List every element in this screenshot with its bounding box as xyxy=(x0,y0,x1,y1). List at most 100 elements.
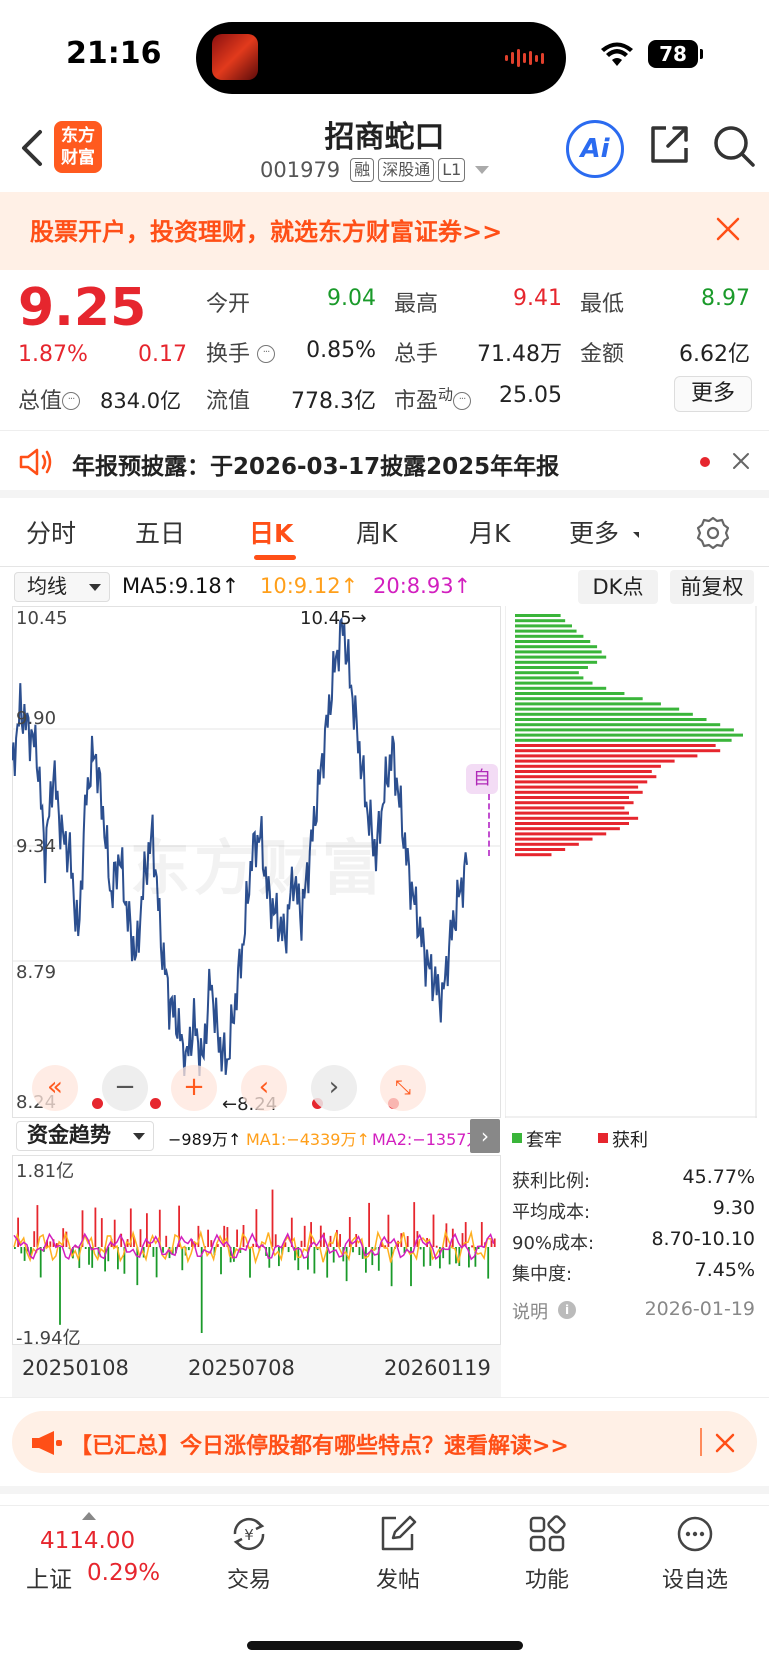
nav-functions[interactable]: 功能 xyxy=(502,1514,592,1594)
info-icon[interactable]: i xyxy=(558,1301,576,1319)
nav-trade-label: 交易 xyxy=(226,1568,271,1593)
next-button[interactable]: › xyxy=(311,1065,357,1111)
speaker-icon xyxy=(19,448,52,476)
chip-distribution-chart[interactable] xyxy=(505,606,757,1118)
index-name[interactable]: 上证 xyxy=(26,1560,72,1594)
legend-trapped: 套牢 xyxy=(526,1130,562,1151)
close-icon[interactable] xyxy=(732,452,750,470)
divider xyxy=(0,566,769,567)
info-icon[interactable]: ··· xyxy=(257,345,276,363)
nav-post[interactable]: 发帖 xyxy=(353,1514,443,1594)
tab-month-k[interactable]: 月K xyxy=(469,514,510,550)
chip-bar-profit xyxy=(515,806,625,810)
explain-link[interactable]: 说明 xyxy=(512,1298,548,1324)
ai-button[interactable]: Ai xyxy=(566,120,624,178)
indicator-dot xyxy=(150,1098,161,1109)
outflow-bar xyxy=(88,1247,90,1265)
forward-adjust-button[interactable]: 前复权 xyxy=(670,570,754,604)
chip-bar-profit xyxy=(515,764,661,768)
indicator-select[interactable]: 均线 xyxy=(14,572,110,602)
chip-bar-profit xyxy=(515,853,552,857)
tab-week-k[interactable]: 周K xyxy=(356,514,397,550)
nav-functions-label: 功能 xyxy=(524,1568,569,1593)
inflow-bar xyxy=(94,1207,97,1247)
zoom-out-button[interactable]: − xyxy=(102,1065,148,1111)
chip-bar-profit xyxy=(515,842,579,846)
wifi-icon xyxy=(601,42,633,66)
connect-tag: 深股通 xyxy=(378,158,435,182)
outflow-bar xyxy=(14,1247,16,1249)
outflow-bar xyxy=(181,1247,184,1271)
chip-bar-trapped xyxy=(515,718,707,721)
dk-point-button[interactable]: DK点 xyxy=(578,570,658,604)
chevron-up-icon[interactable] xyxy=(82,1512,96,1520)
megaphone-icon xyxy=(32,1431,62,1455)
index-value[interactable]: 4114.00 xyxy=(40,1528,135,1554)
inflow-bar xyxy=(319,1225,322,1247)
inflow-bar xyxy=(300,1240,303,1247)
nav-post-label: 发帖 xyxy=(375,1568,420,1593)
chip-bar-trapped xyxy=(515,614,561,617)
edit-icon xyxy=(381,1515,417,1551)
chip-bar-trapped xyxy=(515,629,577,633)
zoom-in-button[interactable]: + xyxy=(171,1065,217,1111)
first-page-button[interactable]: « xyxy=(32,1065,78,1111)
search-icon[interactable] xyxy=(712,124,756,168)
news-text[interactable]: 【已汇总】今日涨停股都有哪些特点？速看解读>> xyxy=(70,1428,569,1460)
nav-add-watchlist[interactable]: 设自选 xyxy=(650,1514,740,1594)
fullscreen-button[interactable]: ⤡ xyxy=(380,1065,426,1111)
more-quote-button[interactable]: 更多 xyxy=(674,376,752,412)
promo-banner[interactable]: 股票开户，投资理财，就选东方财富证券>> xyxy=(0,192,769,270)
chip-bar-trapped xyxy=(515,645,598,649)
gear-icon[interactable] xyxy=(696,516,730,550)
flow-ma1: MA1:−4339万↑ xyxy=(246,1130,370,1149)
outflow-bar xyxy=(155,1247,158,1278)
home-indicator xyxy=(247,1641,523,1650)
inflow-bar xyxy=(329,1235,332,1247)
chip-bar-trapped xyxy=(515,671,579,675)
stock-code-row[interactable]: 001979 融 深股通 L1 xyxy=(260,158,490,182)
close-icon[interactable] xyxy=(714,1432,736,1454)
high-label: 最高 xyxy=(394,292,439,317)
tab-day-k[interactable]: 日K xyxy=(249,514,293,550)
tab-five-day[interactable]: 五日 xyxy=(135,514,185,550)
svg-text:¥: ¥ xyxy=(244,1526,254,1544)
self-select-marker[interactable]: 自 xyxy=(466,764,498,794)
outflow-bar xyxy=(487,1247,490,1279)
open-label: 今开 xyxy=(206,292,251,317)
inflow-bar xyxy=(139,1229,142,1247)
chip-bar-profit xyxy=(515,837,593,841)
close-icon[interactable] xyxy=(715,216,741,242)
chevron-right-icon[interactable]: › xyxy=(470,1119,500,1153)
chip-bar-trapped xyxy=(515,723,721,727)
inflow-bar xyxy=(165,1235,168,1247)
outflow-bar xyxy=(84,1247,87,1249)
outflow-bar xyxy=(20,1247,23,1254)
pe-value: 25.05 xyxy=(499,383,562,408)
prev-button[interactable]: ‹ xyxy=(241,1065,287,1111)
volume-label: 总手 xyxy=(394,342,439,367)
chip-bar-profit xyxy=(515,759,675,763)
chip-bar-profit xyxy=(515,827,620,831)
unread-dot xyxy=(700,457,710,467)
low-label: 最低 xyxy=(580,292,625,317)
tab-more[interactable]: 更多 xyxy=(569,514,619,550)
chip-bar-trapped xyxy=(515,640,591,643)
info-icon[interactable]: ··· xyxy=(453,392,472,410)
info-icon[interactable]: ··· xyxy=(62,392,81,410)
inflow-bar xyxy=(339,1234,341,1247)
divider xyxy=(0,430,769,431)
date-label: 20250108 xyxy=(22,1356,129,1380)
outflow-bar xyxy=(200,1247,203,1333)
chip-bar-trapped xyxy=(515,702,661,706)
notice-text[interactable]: 年报预披露：于2026-03-17披露2025年年报 xyxy=(72,447,559,481)
capital-flow-chart[interactable] xyxy=(12,1155,501,1345)
nav-trade[interactable]: ¥ 交易 xyxy=(204,1514,294,1594)
tab-intraday[interactable]: 分时 xyxy=(26,514,76,550)
index-percent[interactable]: 0.29% xyxy=(87,1560,160,1586)
share-icon[interactable] xyxy=(648,124,690,166)
active-tab-indicator xyxy=(254,555,296,560)
turnover-label: 换手 ··· xyxy=(206,336,276,368)
chip-bar-profit xyxy=(515,744,716,747)
capital-flow-select[interactable]: 资金趋势 xyxy=(16,1121,154,1151)
